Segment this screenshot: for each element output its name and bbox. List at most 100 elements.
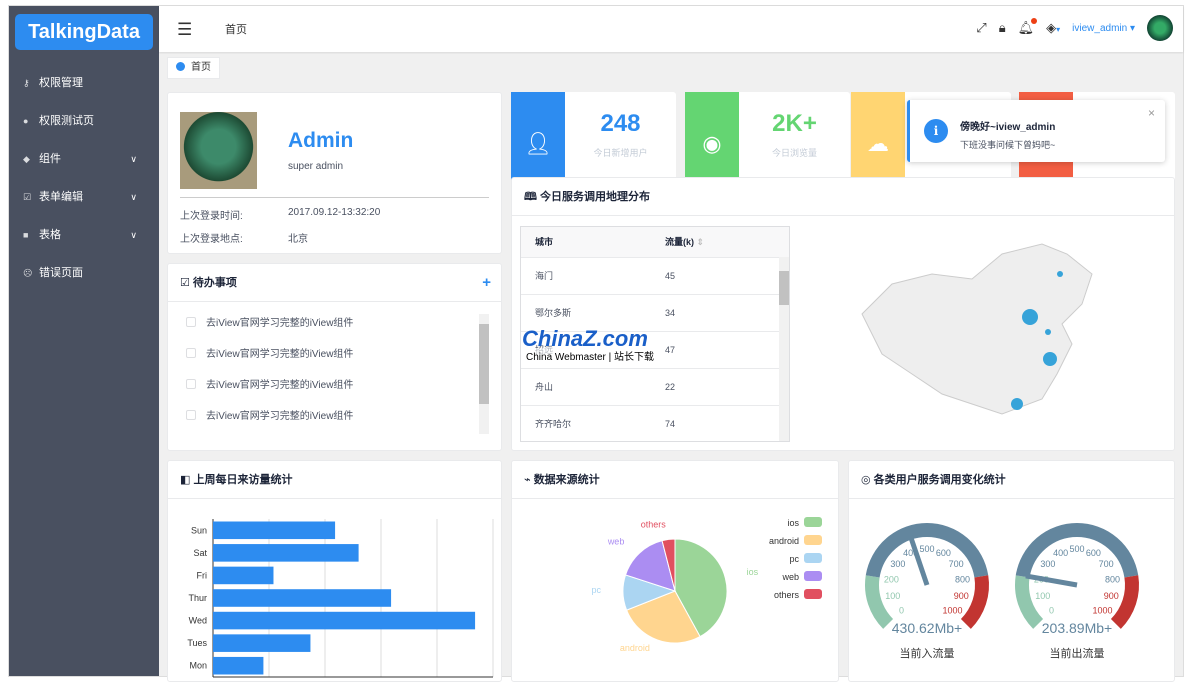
card-title: 上周每日来访量统计	[193, 474, 292, 486]
legend-label: web	[781, 572, 799, 582]
col-header: 城市	[521, 227, 651, 257]
user-dropdown[interactable]: iview_admin ▾	[1072, 23, 1135, 34]
y-tick-label: Sat	[193, 548, 207, 558]
bar	[213, 612, 475, 630]
todo-text: 去iView官网学习完整的iView组件	[206, 411, 353, 422]
gauge-tick-label: 600	[936, 548, 951, 558]
sort-icon[interactable]: ⇕	[697, 237, 705, 247]
add-todo-button[interactable]: +	[482, 264, 491, 302]
label: 表单编辑	[39, 191, 83, 203]
theme-paint-icon[interactable]: ◈▾	[1046, 20, 1060, 36]
breadcrumb[interactable]: 首页	[225, 21, 247, 37]
notice-title: 傍晚好~iview_admin	[960, 118, 1055, 133]
sidebar-item-permission[interactable]: ⚷权限管理	[9, 64, 159, 102]
gauge-card: ◎ 各类用户服务调用变化统计 0100200300400500600700800…	[848, 460, 1175, 682]
city: 齐齐哈尔	[521, 405, 651, 442]
checkbox[interactable]	[186, 348, 196, 358]
todo-card: ☑ 待办事项+ 去iView官网学习完整的iView组件 去iView官网学习完…	[167, 263, 502, 451]
scrollbar[interactable]	[479, 314, 489, 434]
lock-icon[interactable]: 🔒︎	[999, 20, 1006, 36]
checkbox-icon: ☑	[180, 277, 193, 289]
label: 错误页面	[39, 267, 83, 279]
sidebar-item-components[interactable]: ◆组件∨	[9, 140, 159, 178]
map-point[interactable]	[1043, 352, 1057, 366]
todo-text: 去iView官网学习完整的iView组件	[206, 318, 353, 329]
todo-list: 去iView官网学习完整的iView组件 去iView官网学习完整的iView组…	[168, 302, 501, 432]
tab-home[interactable]: 首页	[167, 57, 220, 79]
sidebar-item-permission-test[interactable]: ●权限测试页	[9, 102, 159, 140]
checkbox[interactable]	[186, 410, 196, 420]
username: iview_admin	[1072, 23, 1127, 34]
gauge-tick-label: 600	[1086, 548, 1101, 558]
profile-role: super admin	[288, 161, 343, 172]
dot-icon	[176, 62, 185, 71]
notification: i 傍晚好~iview_admin 下班没事问候下曾妈吧~ ×	[907, 100, 1165, 162]
table-row[interactable]: 齐齐哈尔74	[521, 405, 789, 442]
label: 组件	[39, 153, 61, 165]
stat-label: 今日浏览量	[739, 146, 850, 159]
chevron-down-icon: ∨	[130, 178, 137, 216]
wifi-icon: ◎	[861, 474, 874, 486]
notice-desc: 下班没事问候下曾妈吧~	[960, 138, 1055, 151]
col-header-sortable[interactable]: 流量(k) ⇕	[651, 227, 789, 257]
last-login-time: 2017.09.12-13:32:20	[288, 207, 380, 218]
checkbox[interactable]	[186, 379, 196, 389]
fullscreen-icon[interactable]: ⤢	[976, 20, 986, 36]
y-tick-label: Fri	[197, 570, 208, 580]
y-tick-label: Sun	[191, 525, 207, 535]
gauge-label: 当前出流量	[1050, 646, 1105, 660]
map-point[interactable]	[1011, 398, 1023, 410]
slice-label: pc	[592, 585, 602, 595]
gauge-tick-label: 1000	[1092, 605, 1112, 615]
tab-label: 首页	[191, 62, 211, 73]
table-row[interactable]: 舟山22	[521, 368, 789, 405]
stat-label: 今日新增用户	[565, 146, 676, 159]
card-title: 数据来源统计	[534, 474, 600, 486]
bar	[213, 634, 310, 652]
map-point[interactable]	[1022, 309, 1038, 325]
menu-toggle-icon[interactable]: ☰	[177, 20, 192, 40]
map-point[interactable]	[1057, 271, 1063, 277]
gauge-tick-label: 700	[949, 559, 964, 569]
traffic: 34	[651, 294, 789, 331]
checkbox[interactable]	[186, 317, 196, 327]
bell-icon[interactable]: 🔔︎	[1018, 20, 1035, 36]
legend-label: pc	[789, 554, 799, 564]
sidebar-item-error[interactable]: ☹错误页面	[9, 254, 159, 292]
scrollbar[interactable]	[779, 257, 789, 441]
gauge-tick-label: 900	[1104, 591, 1119, 601]
bar	[213, 544, 359, 562]
gauge-tick-label: 700	[1099, 559, 1114, 569]
logo[interactable]: TalkingData	[15, 14, 153, 50]
todo-item[interactable]: 去iView官网学习完整的iView组件	[168, 308, 501, 339]
bar	[213, 522, 335, 540]
label: 上次登录地点:	[180, 230, 243, 245]
close-icon[interactable]: ×	[1148, 106, 1155, 120]
traffic: 47	[651, 331, 789, 368]
map-point[interactable]	[1045, 329, 1051, 335]
card-title: 各类用户服务调用变化统计	[874, 474, 1006, 486]
slice-label: android	[620, 643, 650, 653]
last-login-location: 北京	[288, 230, 308, 245]
china-map[interactable]	[852, 234, 1112, 434]
avatar[interactable]	[1147, 15, 1173, 41]
table-row[interactable]: 海门45	[521, 257, 789, 294]
header: ☰ 首页 ⤢ 🔒︎ 🔔︎ ◈▾ iview_admin ▾	[159, 6, 1183, 52]
profile-card: Admin super admin 上次登录时间: 2017.09.12-13:…	[167, 92, 502, 254]
sidebar-item-form[interactable]: ☑表单编辑∨	[9, 178, 159, 216]
todo-item[interactable]: 去iView官网学习完整的iView组件	[168, 339, 501, 370]
gauge-tick-label: 100	[1035, 591, 1050, 601]
card-title: 今日服务调用地理分布	[540, 191, 650, 203]
todo-item[interactable]: 去iView官网学习完整的iView组件	[168, 401, 501, 432]
todo-item[interactable]: 去iView官网学习完整的iView组件	[168, 370, 501, 401]
city: 海门	[521, 257, 651, 294]
bar	[213, 567, 273, 585]
lock-icon: ●	[23, 102, 39, 140]
slice-label: ios	[747, 567, 759, 577]
sidebar-item-table[interactable]: ■表格∨	[9, 216, 159, 254]
gauge-tick-label: 900	[954, 591, 969, 601]
y-tick-label: Mon	[189, 661, 207, 671]
gauge-tick-label: 500	[919, 544, 934, 554]
gauge-tick-label: 800	[955, 574, 970, 584]
col-label: 流量(k)	[665, 237, 694, 247]
